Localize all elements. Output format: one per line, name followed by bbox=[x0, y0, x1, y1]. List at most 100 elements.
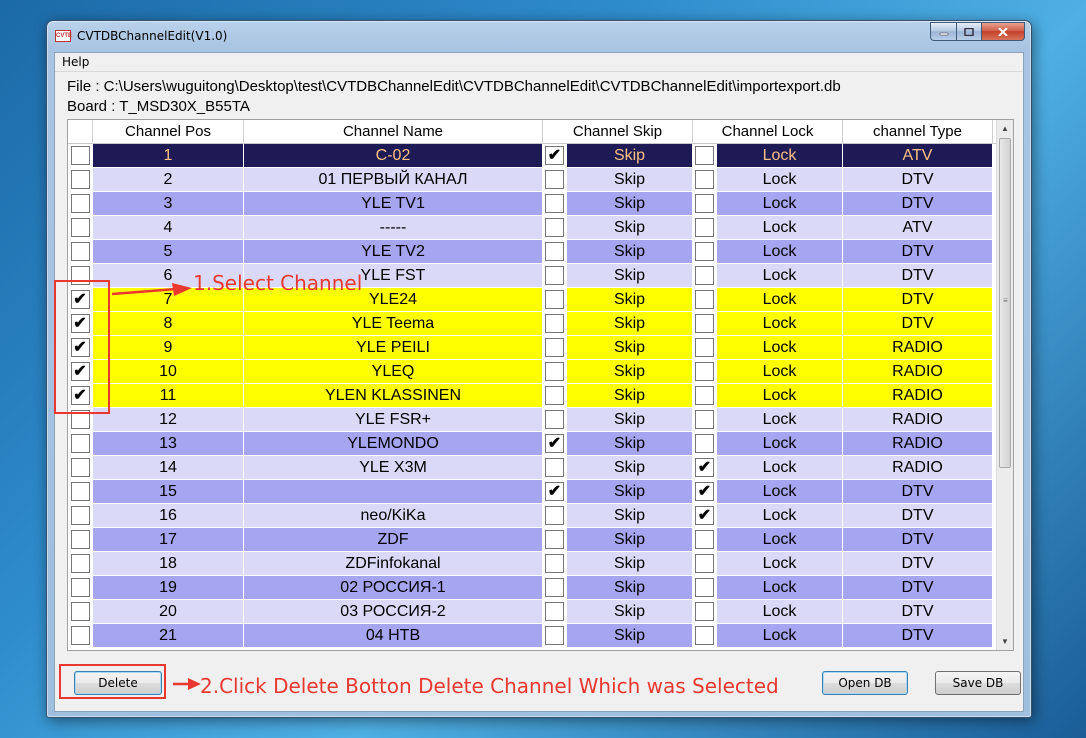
skip-checkbox[interactable] bbox=[545, 338, 564, 357]
table-row[interactable]: 17 ZDF Skip Lock DTV bbox=[68, 528, 996, 552]
table-row[interactable]: 16 neo/KiKa Skip ✔ Lock DTV bbox=[68, 504, 996, 528]
skip-checkbox[interactable] bbox=[545, 242, 564, 261]
row-select-checkbox[interactable] bbox=[70, 578, 90, 597]
skip-checkbox[interactable]: ✔ bbox=[545, 482, 564, 501]
header-channel-type[interactable]: channel Type bbox=[843, 120, 993, 144]
skip-checkbox[interactable] bbox=[545, 290, 564, 309]
skip-checkbox[interactable] bbox=[545, 410, 564, 429]
row-select-checkbox[interactable] bbox=[70, 530, 90, 549]
channel-type: DTV bbox=[843, 504, 993, 528]
table-row[interactable]: 12 YLE FSR+ Skip Lock RADIO bbox=[68, 408, 996, 432]
lock-checkbox[interactable] bbox=[695, 362, 714, 381]
table-row[interactable]: 21 04 НТВ Skip Lock DTV bbox=[68, 624, 996, 648]
table-row[interactable]: 20 03 РОССИЯ-2 Skip Lock DTV bbox=[68, 600, 996, 624]
minimize-button[interactable] bbox=[930, 22, 956, 41]
channel-name: ZDF bbox=[244, 528, 543, 552]
lock-checkbox[interactable] bbox=[695, 290, 714, 309]
row-select-checkbox[interactable] bbox=[70, 626, 90, 645]
table-row[interactable]: 5 YLE TV2 Skip Lock DTV bbox=[68, 240, 996, 264]
skip-checkbox[interactable] bbox=[545, 194, 564, 213]
scroll-down-arrow-icon[interactable]: ▼ bbox=[997, 633, 1013, 650]
row-select-checkbox[interactable] bbox=[70, 146, 90, 165]
skip-checkbox[interactable] bbox=[545, 362, 564, 381]
lock-cell bbox=[693, 408, 717, 432]
skip-checkbox[interactable] bbox=[545, 266, 564, 285]
lock-cell bbox=[693, 360, 717, 384]
lock-checkbox[interactable] bbox=[695, 170, 714, 189]
lock-checkbox[interactable]: ✔ bbox=[695, 506, 714, 525]
lock-checkbox[interactable] bbox=[695, 554, 714, 573]
channel-lock: Lock bbox=[717, 480, 843, 504]
scrollbar-thumb[interactable]: ≡ bbox=[999, 138, 1011, 468]
skip-checkbox[interactable] bbox=[545, 530, 564, 549]
lock-checkbox[interactable] bbox=[695, 194, 714, 213]
skip-checkbox[interactable] bbox=[545, 602, 564, 621]
row-select-checkbox[interactable] bbox=[70, 482, 90, 501]
skip-checkbox[interactable] bbox=[545, 314, 564, 333]
table-row[interactable]: 4 ----- Skip Lock ATV bbox=[68, 216, 996, 240]
skip-checkbox[interactable]: ✔ bbox=[545, 434, 564, 453]
table-row[interactable]: 1 C-02 ✔ Skip Lock ATV bbox=[68, 144, 996, 168]
table-row[interactable]: ✔ 11 YLEN KLASSINEN Skip Lock RADIO bbox=[68, 384, 996, 408]
row-select-checkbox[interactable] bbox=[70, 602, 90, 621]
lock-checkbox[interactable]: ✔ bbox=[695, 482, 714, 501]
lock-checkbox[interactable] bbox=[695, 146, 714, 165]
skip-checkbox[interactable]: ✔ bbox=[545, 146, 564, 165]
row-select-checkbox[interactable] bbox=[70, 194, 90, 213]
lock-checkbox[interactable] bbox=[695, 602, 714, 621]
lock-cell bbox=[693, 240, 717, 264]
table-row[interactable]: 19 02 РОССИЯ-1 Skip Lock DTV bbox=[68, 576, 996, 600]
table-row[interactable]: ✔ 8 YLE Teema Skip Lock DTV bbox=[68, 312, 996, 336]
skip-cell: ✔ bbox=[543, 432, 567, 456]
title-bar[interactable]: CVTE CVTDBChannelEdit(V1.0) bbox=[47, 21, 1031, 51]
row-select-checkbox[interactable] bbox=[70, 434, 90, 453]
table-row[interactable]: 3 YLE TV1 Skip Lock DTV bbox=[68, 192, 996, 216]
table-row[interactable]: 14 YLE X3M Skip ✔ Lock RADIO bbox=[68, 456, 996, 480]
save-db-button[interactable]: Save DB bbox=[935, 671, 1021, 695]
skip-checkbox[interactable] bbox=[545, 458, 564, 477]
skip-checkbox[interactable] bbox=[545, 218, 564, 237]
skip-checkbox[interactable] bbox=[545, 626, 564, 645]
skip-checkbox[interactable] bbox=[545, 506, 564, 525]
lock-checkbox[interactable] bbox=[695, 314, 714, 333]
open-db-button[interactable]: Open DB bbox=[822, 671, 908, 695]
lock-checkbox[interactable]: ✔ bbox=[695, 458, 714, 477]
table-row[interactable]: 13 YLEMONDO ✔ Skip Lock RADIO bbox=[68, 432, 996, 456]
scroll-up-arrow-icon[interactable]: ▲ bbox=[997, 120, 1013, 137]
close-button[interactable] bbox=[981, 22, 1025, 41]
annotation-step1: 1.Select Channel bbox=[193, 271, 363, 295]
header-channel-skip[interactable]: Channel Skip bbox=[543, 120, 693, 144]
lock-checkbox[interactable] bbox=[695, 410, 714, 429]
maximize-button[interactable] bbox=[956, 22, 981, 41]
header-channel-name[interactable]: Channel Name bbox=[244, 120, 543, 144]
lock-checkbox[interactable] bbox=[695, 338, 714, 357]
header-channel-lock[interactable]: Channel Lock bbox=[693, 120, 843, 144]
lock-checkbox[interactable] bbox=[695, 218, 714, 237]
menu-help[interactable]: Help bbox=[62, 55, 89, 69]
lock-checkbox[interactable] bbox=[695, 530, 714, 549]
lock-checkbox[interactable] bbox=[695, 434, 714, 453]
window-title: CVTDBChannelEdit(V1.0) bbox=[77, 29, 228, 43]
row-select-checkbox[interactable] bbox=[70, 218, 90, 237]
table-row[interactable]: 15 ✔ Skip ✔ Lock DTV bbox=[68, 480, 996, 504]
lock-checkbox[interactable] bbox=[695, 266, 714, 285]
skip-checkbox[interactable] bbox=[545, 170, 564, 189]
row-select-checkbox[interactable] bbox=[70, 554, 90, 573]
skip-checkbox[interactable] bbox=[545, 386, 564, 405]
lock-checkbox[interactable] bbox=[695, 578, 714, 597]
skip-checkbox[interactable] bbox=[545, 578, 564, 597]
row-select-checkbox[interactable] bbox=[70, 506, 90, 525]
skip-checkbox[interactable] bbox=[545, 554, 564, 573]
table-row[interactable]: 18 ZDFinfokanal Skip Lock DTV bbox=[68, 552, 996, 576]
header-channel-pos[interactable]: Channel Pos bbox=[93, 120, 244, 144]
row-select-checkbox[interactable] bbox=[70, 242, 90, 261]
lock-checkbox[interactable] bbox=[695, 626, 714, 645]
table-row[interactable]: ✔ 9 YLE PEILI Skip Lock RADIO bbox=[68, 336, 996, 360]
lock-checkbox[interactable] bbox=[695, 386, 714, 405]
row-select-checkbox[interactable] bbox=[70, 458, 90, 477]
row-select-checkbox[interactable] bbox=[70, 170, 90, 189]
table-row[interactable]: ✔ 10 YLEQ Skip Lock RADIO bbox=[68, 360, 996, 384]
vertical-scrollbar[interactable]: ▲ ≡ ▼ bbox=[996, 120, 1013, 650]
lock-checkbox[interactable] bbox=[695, 242, 714, 261]
table-row[interactable]: 2 01 ПЕРВЫЙ КАНАЛ Skip Lock DTV bbox=[68, 168, 996, 192]
